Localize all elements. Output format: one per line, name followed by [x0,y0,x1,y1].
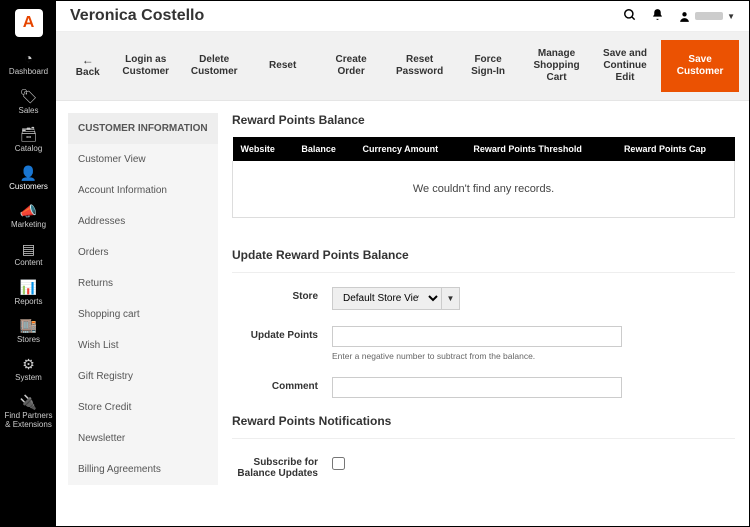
nav-icon: 📣 [3,204,54,219]
comment-input[interactable] [332,377,622,398]
save-continue-button[interactable]: Save and Continue Edit [593,42,657,90]
subscribe-checkbox[interactable] [332,457,345,470]
update-points-label: Update Points [232,326,332,341]
action-bar: ←Back Login as Customer Delete Customer … [56,32,749,101]
top-bar: Veronica Costello ▼ [56,1,749,32]
info-tab-account-information[interactable]: Account Information [68,175,218,206]
nav-icon: 📊 [3,280,54,295]
balance-table: WebsiteBalanceCurrency AmountReward Poin… [232,137,735,218]
nav-icon: ◔ [3,51,54,66]
nav-icon: 🗃 [3,127,54,142]
save-customer-button[interactable]: Save Customer [661,40,739,92]
nav-icon: 🏬 [3,318,54,333]
info-tab-customer-view[interactable]: Customer View [68,144,218,175]
nav-item-dashboard[interactable]: ◔Dashboard [1,45,56,83]
table-empty-message: We couldn't find any records. [233,161,735,218]
update-points-input[interactable] [332,326,622,347]
nav-item-catalog[interactable]: 🗃Catalog [1,121,56,159]
nav-item-marketing[interactable]: 📣Marketing [1,198,56,236]
side-nav: A ◔Dashboard🏷Sales🗃Catalog👤Customers📣Mar… [1,1,56,526]
nav-item-reports[interactable]: 📊Reports [1,274,56,312]
store-label: Store [232,287,332,302]
nav-item-customers[interactable]: 👤Customers [1,160,56,198]
nav-item-content[interactable]: ▤Content [1,236,56,274]
col-header: Balance [293,137,354,161]
nav-icon: 👤 [3,166,54,181]
customer-info-heading: CUSTOMER INFORMATION [68,113,218,144]
reset-password-button[interactable]: Reset Password [387,48,451,84]
nav-icon: 🔌 [3,395,54,410]
col-header: Reward Points Threshold [465,137,616,161]
chevron-down-icon[interactable]: ▼ [442,287,460,310]
info-tab-billing-agreements[interactable]: Billing Agreements [68,454,218,485]
col-header: Currency Amount [354,137,465,161]
store-select[interactable]: Default Store View [332,287,442,310]
force-signin-button[interactable]: Force Sign-In [456,48,520,84]
nav-item-sales[interactable]: 🏷Sales [1,83,56,121]
search-icon[interactable] [623,8,637,25]
delete-customer-button[interactable]: Delete Customer [182,48,246,84]
nav-item-stores[interactable]: 🏬Stores [1,312,56,350]
info-tab-gift-registry[interactable]: Gift Registry [68,361,218,392]
info-tab-store-credit[interactable]: Store Credit [68,392,218,423]
page-title: Veronica Costello [70,7,609,25]
app-logo[interactable]: A [15,9,43,37]
subscribe-label: Subscribe for Balance Updates [232,453,332,479]
info-tab-orders[interactable]: Orders [68,237,218,268]
balance-section-title: Reward Points Balance [232,113,735,127]
nav-item-system[interactable]: ⚙System [1,351,56,389]
comment-label: Comment [232,377,332,392]
login-as-customer-button[interactable]: Login as Customer [113,48,177,84]
nav-icon: ⚙ [3,357,54,372]
user-menu[interactable]: ▼ [678,10,735,23]
nav-icon: ▤ [3,242,54,257]
back-button[interactable]: ←Back [66,47,109,85]
update-section-title: Update Reward Points Balance [232,248,735,262]
bell-icon[interactable] [651,8,664,24]
reset-button[interactable]: Reset [250,54,314,78]
create-order-button[interactable]: Create Order [319,48,383,84]
customer-info-panel: CUSTOMER INFORMATION Customer ViewAccoun… [68,113,218,526]
info-tab-shopping-cart[interactable]: Shopping cart [68,299,218,330]
update-points-hint: Enter a negative number to subtract from… [332,351,735,361]
info-tab-newsletter[interactable]: Newsletter [68,423,218,454]
info-tab-returns[interactable]: Returns [68,268,218,299]
notify-section-title: Reward Points Notifications [232,414,735,428]
info-tab-addresses[interactable]: Addresses [68,206,218,237]
info-tab-wish-list[interactable]: Wish List [68,330,218,361]
col-header: Reward Points Cap [616,137,735,161]
manage-cart-button[interactable]: Manage Shopping Cart [524,42,588,90]
nav-icon: 🏷 [3,89,54,104]
nav-item-find-partners-extensions[interactable]: 🔌Find Partners & Extensions [1,389,56,436]
col-header: Website [233,137,294,161]
